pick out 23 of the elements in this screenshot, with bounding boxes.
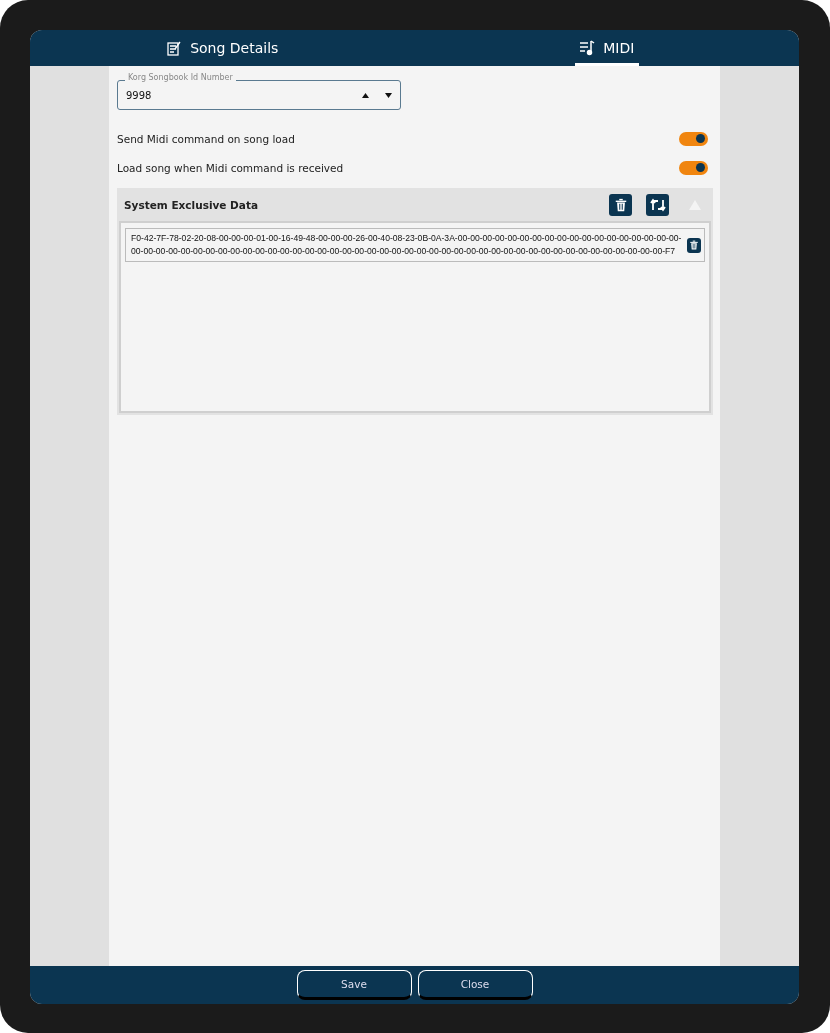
section-title: System Exclusive Data (124, 198, 259, 211)
sysex-text: F0-42-7F-78-02-20-08-00-00-00-01-00-16-49-48-00-00-00-26-00-40-08-23-0B-0A-3A-00-00-00-00-00-00-00-00-00-00-00-00-00-00-00-00-00-00-00-00-00-00-00-00-00-00-00-00-00-00-00-00-00-00-00-00-00-00-00-00-00-00-00-00-00-00-00-00-00-00-00-00-00-00-00-00-00-00-00-00-00-F7 (131, 232, 683, 258)
field-label: Korg Songbook Id Number (125, 73, 236, 82)
footer-button[interactable]: Save (296, 970, 412, 1000)
tab[interactable]: MIDI (414, 30, 799, 66)
toggle-switch[interactable] (679, 131, 708, 146)
toggle-switch[interactable] (679, 160, 708, 175)
tab[interactable]: Song Details (30, 30, 415, 66)
trash-icon (613, 197, 628, 212)
music-list-icon (579, 40, 596, 56)
sysex-entry[interactable] (125, 228, 705, 262)
field-value: 9998 (126, 89, 153, 101)
delete-button[interactable] (609, 193, 632, 216)
toggle-label: Load song when Midi command is received (117, 161, 344, 174)
increment-icon[interactable] (362, 92, 369, 98)
toggle-label: Send Midi command on song load (117, 132, 295, 145)
trash-icon (689, 240, 699, 250)
notepad-icon (166, 40, 183, 56)
decrement-icon[interactable] (385, 92, 392, 98)
footer-button[interactable]: Close (417, 970, 533, 1000)
repeat-button[interactable] (646, 193, 669, 216)
repeat-icon (649, 197, 666, 212)
delete-entry-button[interactable] (687, 237, 701, 253)
